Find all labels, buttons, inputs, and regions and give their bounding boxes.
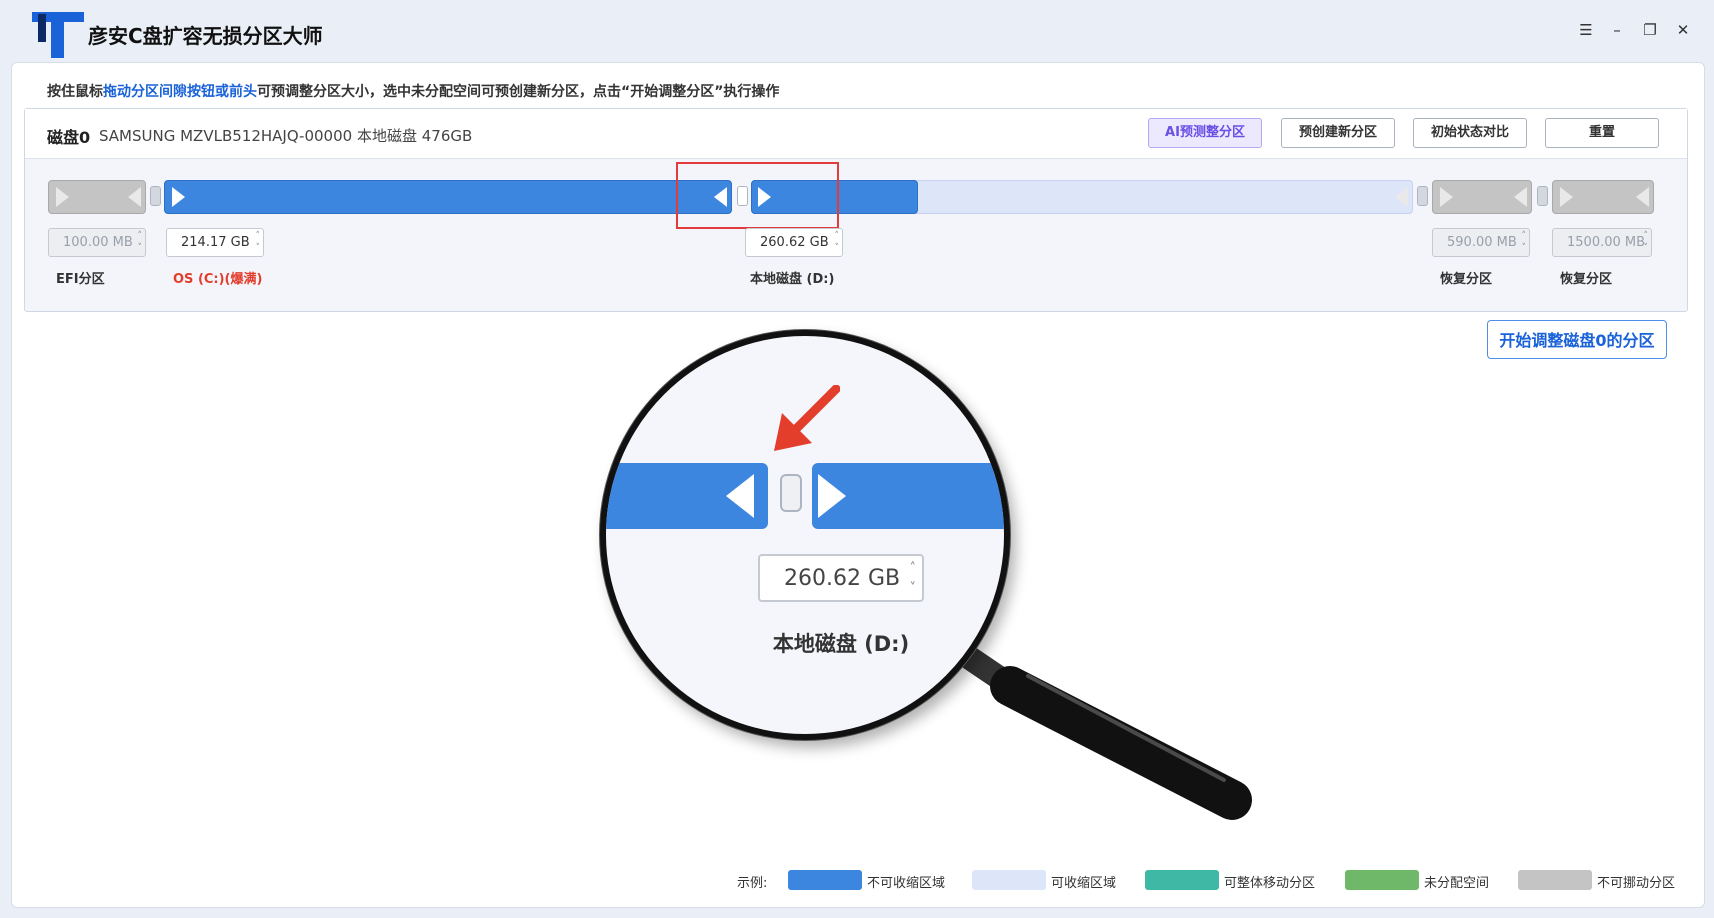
spinner-icon: ˄ ˅ xyxy=(1643,231,1649,253)
magnified-gap-handle xyxy=(780,474,802,512)
arrow-left-icon xyxy=(726,474,754,518)
arrow-right-icon xyxy=(1560,187,1573,207)
arrow-right-icon xyxy=(56,187,69,207)
legend-label-shrinkable: 可收缩区域 xyxy=(1051,876,1117,891)
instruction-highlight: 拖动分区间隙按钮或前头 xyxy=(103,84,257,100)
gap-handle-d-recovery[interactable] xyxy=(1417,186,1428,206)
title-bar: 彦安C盘扩容无损分区大师 ☰ – ❐ ✕ xyxy=(0,0,1714,62)
disk-header: 磁盘0 SAMSUNG MZVLB512HAJQ-00000 本地磁盘 476G… xyxy=(25,109,1687,159)
magnified-size-input: 260.62 GB ˄ ˅ xyxy=(758,554,924,602)
recovery2-label: 恢复分区 xyxy=(1560,272,1613,287)
magnifier-handle-icon xyxy=(950,640,1252,820)
arrow-left-icon xyxy=(1514,187,1527,207)
legend-label-unallocated: 未分配空间 xyxy=(1424,876,1490,891)
efi-size-input: 100.00 MB ˄ ˅ xyxy=(48,228,146,257)
menu-icon[interactable]: ☰ xyxy=(1574,18,1598,42)
d-label: 本地磁盘 (D:) xyxy=(750,272,835,287)
spinner-icon: ˄ ˅ xyxy=(834,231,840,253)
d-size-input[interactable]: 260.62 GB ˄ ˅ xyxy=(745,228,843,257)
recovery1-label: 恢复分区 xyxy=(1440,272,1493,287)
legend-swatch-unshrinkable xyxy=(788,870,862,890)
legend-swatch-shrinkable xyxy=(972,870,1046,890)
highlight-box xyxy=(676,162,839,229)
app-title: 彦安C盘扩容无损分区大师 xyxy=(88,24,323,48)
recovery2-size-input: 1500.00 MB ˄ ˅ xyxy=(1552,228,1652,257)
legend-label-unshrinkable: 不可收缩区域 xyxy=(867,876,946,891)
arrow-right-icon xyxy=(818,474,846,518)
compare-initial-button[interactable]: 初始状态对比 xyxy=(1413,118,1527,148)
legend-title: 示例: xyxy=(737,876,768,891)
spinner-icon: ˄ ˅ xyxy=(137,231,143,253)
legend-swatch-immovable xyxy=(1518,870,1592,890)
red-arrow-icon xyxy=(774,385,840,451)
minimize-icon[interactable]: – xyxy=(1605,18,1629,42)
partition-os-c-bar[interactable] xyxy=(164,180,732,214)
arrow-left-icon xyxy=(128,187,141,207)
legend-swatch-unallocated xyxy=(1345,870,1419,890)
app-logo-icon xyxy=(32,12,84,58)
close-icon[interactable]: ✕ xyxy=(1671,18,1695,42)
spinner-icon: ˄ ˅ xyxy=(255,231,261,253)
gap-handle-recovery[interactable] xyxy=(1537,186,1548,206)
disk-name: 磁盘0 xyxy=(47,128,91,147)
instruction-text: 按住鼠标拖动分区间隙按钮或前头可预调整分区大小，选中未分配空间可预创建新分区，点… xyxy=(47,84,780,100)
disk-description: SAMSUNG MZVLB512HAJQ-00000 本地磁盘 476GB xyxy=(99,127,473,145)
legend-label-movable: 可整体移动分区 xyxy=(1224,876,1316,891)
legend-label-immovable: 不可挪动分区 xyxy=(1597,876,1676,891)
recovery1-size-input: 590.00 MB ˄ ˅ xyxy=(1432,228,1530,257)
pre-create-partition-button[interactable]: 预创建新分区 xyxy=(1281,118,1395,148)
os-c-label: OS (C:)(爆满) xyxy=(173,272,263,287)
gap-handle-efi-os[interactable] xyxy=(150,186,161,206)
start-resize-button[interactable]: 开始调整磁盘0的分区 xyxy=(1487,320,1667,359)
magnified-label: 本地磁盘 (D:) xyxy=(772,632,910,656)
arrow-left-icon xyxy=(1636,187,1649,207)
spinner-icon: ˄ ˅ xyxy=(909,561,917,596)
os-c-size-input[interactable]: 214.17 GB ˄ ˅ xyxy=(166,228,264,257)
legend-swatch-movable xyxy=(1145,870,1219,890)
arrow-left-icon[interactable] xyxy=(1395,187,1408,207)
spinner-icon: ˄ ˅ xyxy=(1521,231,1527,253)
efi-label: EFI分区 xyxy=(56,272,105,287)
reset-button[interactable]: 重置 xyxy=(1545,118,1659,148)
restore-icon[interactable]: ❐ xyxy=(1638,18,1662,42)
arrow-right-icon xyxy=(1440,187,1453,207)
arrow-right-icon[interactable] xyxy=(172,187,185,207)
ai-predict-button[interactable]: AI预测整分区 xyxy=(1148,118,1262,148)
